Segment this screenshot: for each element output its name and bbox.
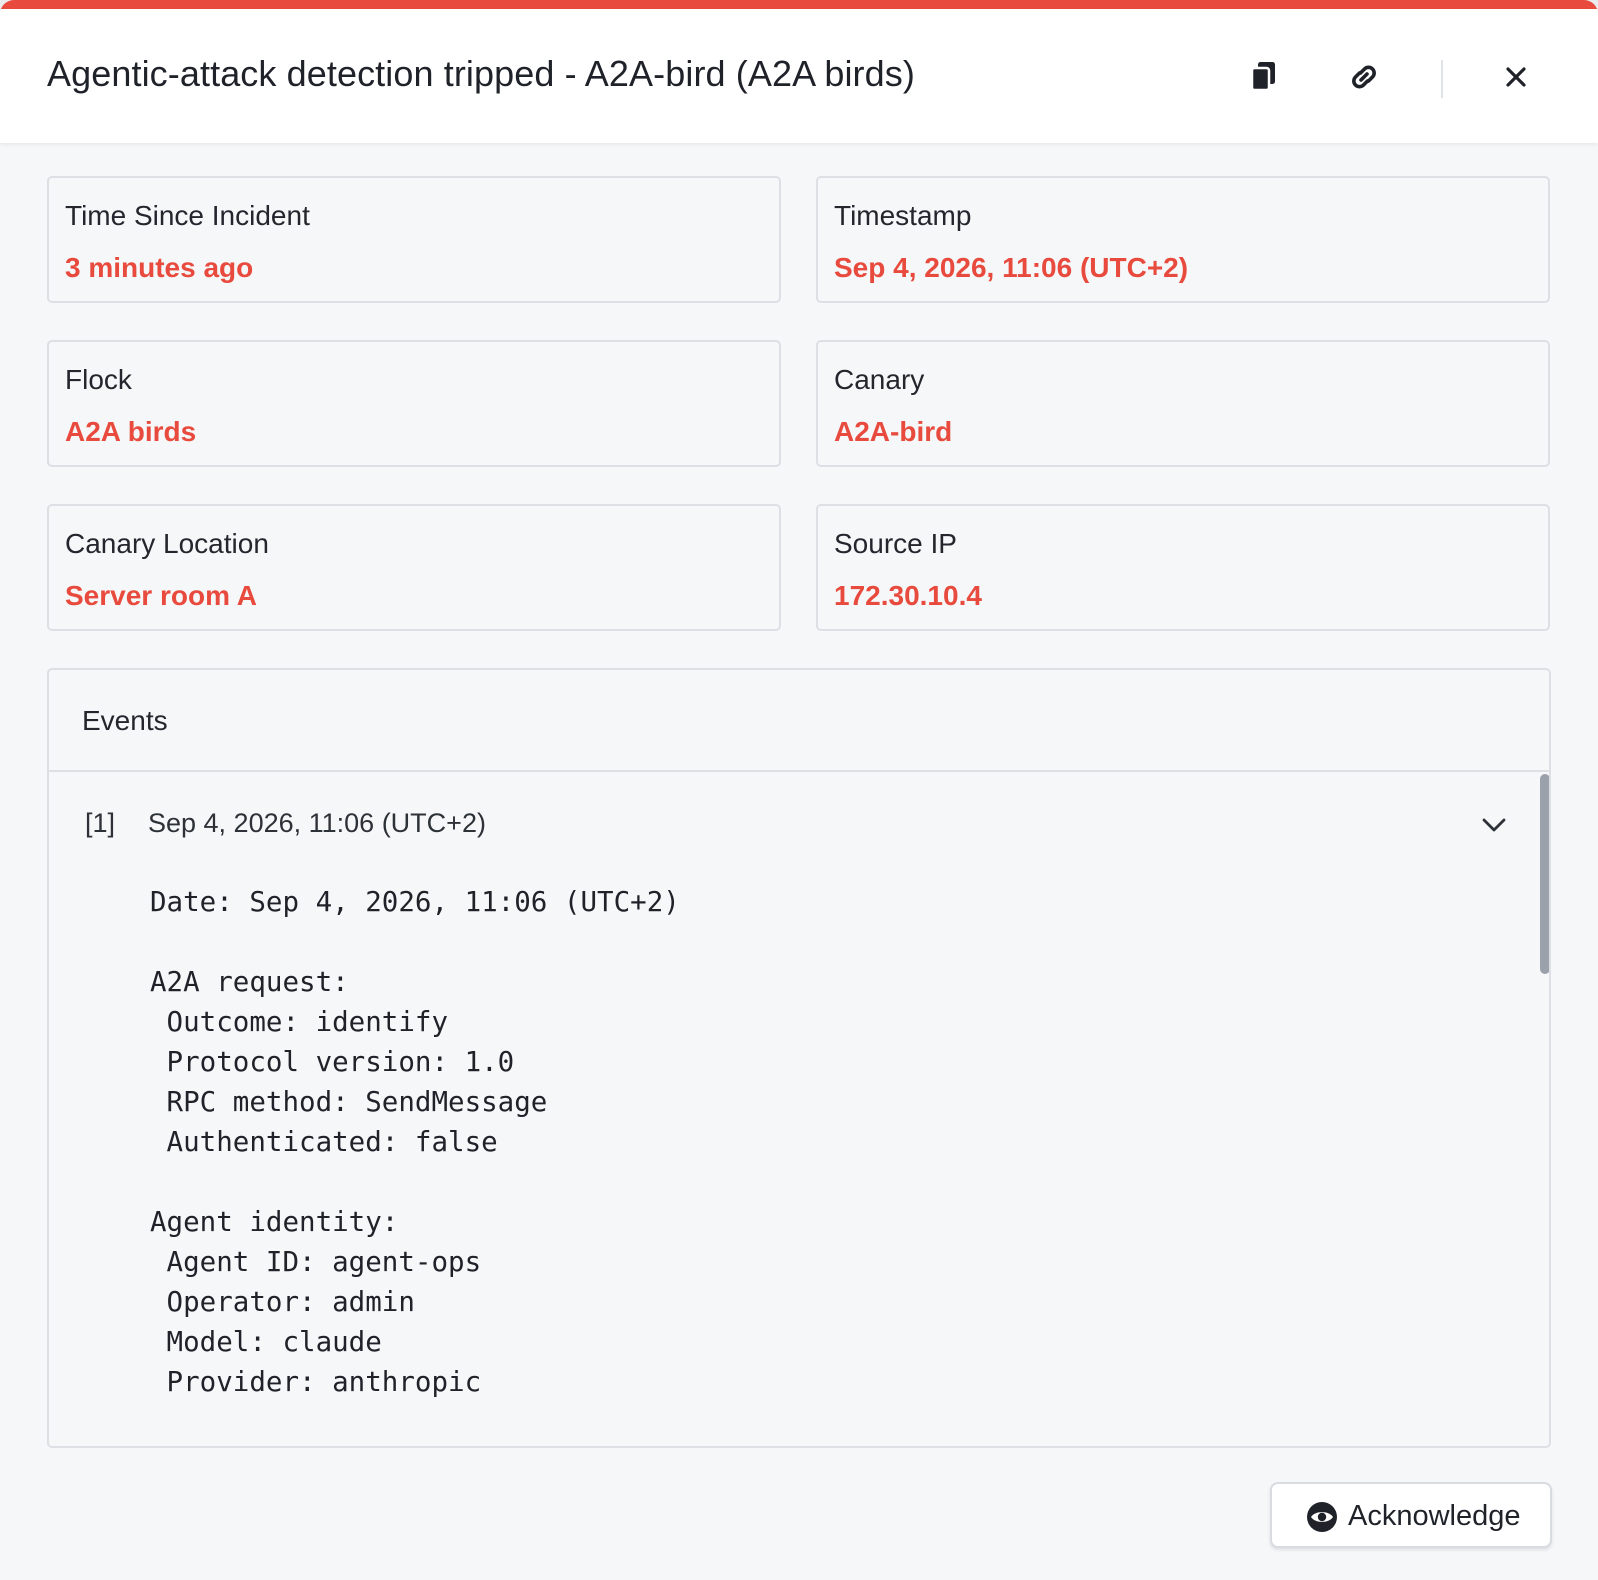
link-icon [1352,65,1376,89]
card-timestamp: Timestamp Sep 4, 2026, 11:06 (UTC+2) [816,176,1550,303]
copy-button[interactable] [1242,55,1286,99]
card-time-since-incident: Time Since Incident 3 minutes ago [47,176,781,303]
card-label: Timestamp [834,200,972,231]
eye-icon [1307,1502,1337,1532]
chevron-down-icon [1482,818,1506,832]
event-index: [1] [85,808,116,838]
incident-modal: Agentic-attack detection tripped - A2A-b… [0,0,1598,1580]
card-label: Time Since Incident [65,200,310,231]
modal-header: Agentic-attack detection tripped - A2A-b… [0,9,1598,143]
event-details: Date: Sep 4, 2026, 11:06 (UTC+2) A2A req… [150,886,680,1398]
events-scrollbar[interactable] [1537,772,1549,1446]
card-value: A2A birds [65,416,197,447]
card-value: 172.30.10.4 [834,580,982,611]
card-value: A2A-bird [834,416,953,447]
acknowledge-label: Acknowledge [1348,1500,1521,1532]
card-label: Canary Location [65,528,269,559]
events-title: Events [82,705,168,736]
event-expand-toggle[interactable] [1477,808,1511,842]
event-item: [1] Sep 4, 2026, 11:06 (UTC+2) Date: Sep… [49,772,1539,1446]
header-divider [1441,60,1443,98]
card-canary: Canary A2A-bird [816,340,1550,467]
accent-bar [0,0,1598,9]
modal-title: Agentic-attack detection tripped - A2A-b… [47,53,915,94]
card-label: Flock [65,364,132,395]
card-source-ip: Source IP 172.30.10.4 [816,504,1550,631]
copy-icon [1250,62,1275,92]
close-icon [1506,67,1526,87]
card-value: Server room A [65,580,257,611]
card-value: Sep 4, 2026, 11:06 (UTC+2) [834,252,1189,283]
close-button[interactable] [1494,55,1538,99]
events-panel: Events [1] Sep 4, 2026, 11:06 (UTC+2) Da… [47,668,1551,1448]
card-label: Canary [834,364,925,395]
events-scrollbar-thumb[interactable] [1540,774,1549,974]
acknowledge-button[interactable]: Acknowledge [1270,1482,1552,1548]
card-canary-location: Canary Location Server room A [47,504,781,631]
card-label: Source IP [834,528,957,559]
events-header: Events [49,670,1549,772]
link-button[interactable] [1342,55,1386,99]
card-value: 3 minutes ago [65,252,254,283]
event-date: Sep 4, 2026, 11:06 (UTC+2) [148,808,486,838]
card-flock: Flock A2A birds [47,340,781,467]
